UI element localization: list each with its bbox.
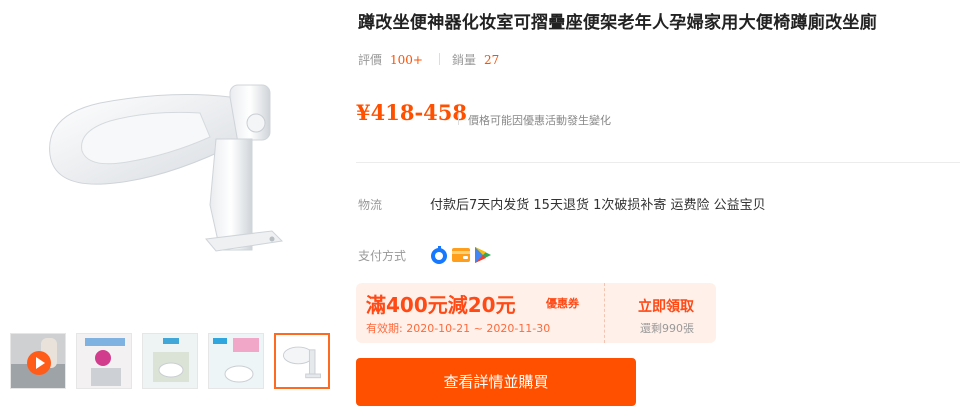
card-wallet-icon bbox=[452, 248, 470, 262]
payment-label: 支付方式 bbox=[358, 249, 407, 263]
price-note: 價格可能因優惠活動發生變化 bbox=[458, 113, 611, 127]
thumbnail-2-image bbox=[77, 334, 131, 388]
view-details-buy-button[interactable]: 查看詳情並購買 bbox=[356, 358, 636, 406]
coupon-perforation bbox=[604, 283, 605, 343]
coupon-tag: 優惠券 bbox=[546, 297, 579, 310]
thumbnail-strip bbox=[10, 333, 340, 391]
play-store-pay-icon bbox=[475, 247, 491, 263]
thumbnail-video[interactable] bbox=[10, 333, 66, 389]
stats-divider bbox=[438, 53, 440, 65]
claim-coupon-label: 立即領取 bbox=[638, 299, 694, 315]
thumbnail-3-image bbox=[143, 334, 197, 388]
product-main-image bbox=[20, 55, 320, 270]
product-title: 蹲改坐便神器化妆室可摺疊座便架老年人孕婦家用大便椅蹲廁改坐廁 bbox=[358, 13, 877, 33]
logistics-value: 付款后7天内发货 15天退货 1次破损补寄 运费险 公益宝贝 bbox=[430, 198, 766, 213]
thumbnail-4-image bbox=[209, 334, 263, 388]
rating-label: 評價 bbox=[358, 53, 383, 67]
coupon-remaining: 還剩990張 bbox=[640, 322, 694, 335]
product-stats: 評價 100+ 銷量 27 bbox=[358, 51, 499, 68]
thumbnail-4[interactable] bbox=[208, 333, 264, 389]
coupon-card: 滿400元減20元 優惠券 有效期: 2020-10-21 ~ 2020-11-… bbox=[356, 283, 716, 343]
thumbnail-5[interactable] bbox=[274, 333, 330, 389]
sales-label: 銷量 bbox=[451, 53, 476, 67]
coupon-validity: 有效期: 2020-10-21 ~ 2020-11-30 bbox=[366, 322, 551, 335]
play-icon[interactable] bbox=[27, 351, 51, 375]
logistics-label: 物流 bbox=[358, 198, 383, 212]
section-divider bbox=[356, 162, 960, 163]
thumbnail-3[interactable] bbox=[142, 333, 198, 389]
claim-coupon-button[interactable]: 立即領取 還剩990張 bbox=[606, 283, 716, 343]
coupon-amount: 滿400元減20元 bbox=[366, 293, 516, 317]
payment-app-icon bbox=[431, 246, 447, 264]
rating-value: 100+ bbox=[390, 53, 423, 67]
thumbnail-2[interactable] bbox=[76, 333, 132, 389]
thumbnail-5-image bbox=[276, 335, 328, 387]
price-range: ¥418-458 bbox=[356, 100, 467, 125]
sales-value: 27 bbox=[484, 53, 500, 67]
